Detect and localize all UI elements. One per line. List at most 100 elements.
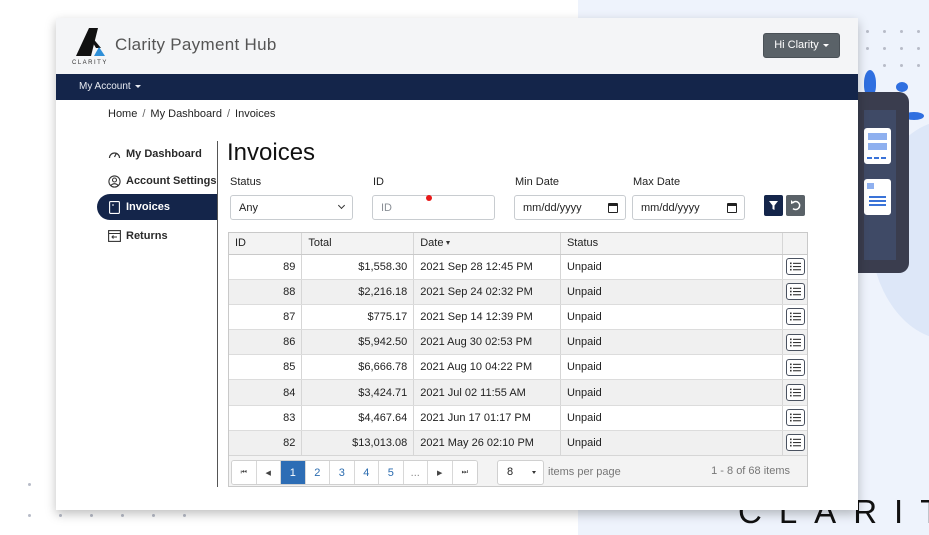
cell-actions xyxy=(782,379,807,406)
apply-filter-button[interactable] xyxy=(764,195,783,216)
view-details-button[interactable] xyxy=(785,434,805,452)
pager-info: 1 - 8 of 68 items xyxy=(711,465,790,477)
cell-status: Unpaid xyxy=(560,405,784,431)
view-details-button[interactable] xyxy=(785,409,805,427)
last-page-button[interactable]: ⏭ xyxy=(452,461,477,484)
max-date-input[interactable]: mm/dd/yyyy xyxy=(632,195,745,220)
column-header-label: Total xyxy=(308,237,332,250)
column-header-id[interactable]: ID xyxy=(229,233,303,255)
table-row[interactable]: 86 $5,942.50 2021 Aug 30 02:53 PM Unpaid xyxy=(229,329,807,356)
cell-date: 2021 Sep 28 12:45 PM xyxy=(413,254,561,280)
breadcrumb-separator: / xyxy=(226,108,231,120)
chevron-down-icon xyxy=(337,201,346,210)
calendar-icon[interactable] xyxy=(608,203,618,213)
logo-text: CLARITY xyxy=(72,60,108,66)
navbar: My Account xyxy=(56,74,858,100)
cell-id: 84 xyxy=(229,379,303,406)
report-illustration-icon xyxy=(864,179,891,215)
page-size-select[interactable]: 8 xyxy=(497,460,544,485)
decor-dot xyxy=(900,47,903,50)
page-button-5[interactable]: 5 xyxy=(379,461,404,484)
cell-status: Unpaid xyxy=(560,254,784,280)
invoice-icon xyxy=(108,200,121,214)
column-header-label: ID xyxy=(235,237,246,250)
calendar-icon[interactable] xyxy=(727,203,737,213)
status-select[interactable]: Any xyxy=(230,195,353,220)
decor-dot xyxy=(28,483,31,486)
undo-icon xyxy=(791,200,801,211)
view-details-button[interactable] xyxy=(785,258,805,276)
table-row[interactable]: 89 $1,558.30 2021 Sep 28 12:45 PM Unpaid xyxy=(229,254,807,280)
decor-dot xyxy=(900,64,903,67)
reset-filter-button[interactable] xyxy=(786,195,805,216)
sidebar-item-account-settings[interactable]: Account Settings xyxy=(97,168,218,194)
previous-page-button[interactable]: ◀ xyxy=(256,461,281,484)
breadcrumb-home[interactable]: Home xyxy=(108,108,137,120)
table-row[interactable]: 87 $775.17 2021 Sep 14 12:39 PM Unpaid xyxy=(229,304,807,331)
cell-date: 2021 May 26 02:10 PM xyxy=(413,430,561,457)
min-date-input[interactable]: mm/dd/yyyy xyxy=(514,195,626,220)
view-details-button[interactable] xyxy=(785,333,805,351)
sidebar-item-label: Account Settings xyxy=(126,175,217,187)
my-account-menu[interactable]: My Account xyxy=(79,81,141,92)
next-page-button[interactable]: ▶ xyxy=(428,461,453,484)
document-illustration-icon xyxy=(864,128,891,164)
list-icon xyxy=(789,438,801,447)
cell-date: 2021 Aug 30 02:53 PM xyxy=(413,329,561,356)
view-details-button[interactable] xyxy=(785,283,805,301)
table-row[interactable]: 85 $6,666.78 2021 Aug 10 04:22 PM Unpaid xyxy=(229,354,807,381)
decor-dot xyxy=(183,514,186,517)
sidebar-item-returns[interactable]: Returns xyxy=(97,223,218,249)
status-select-value: Any xyxy=(239,201,258,214)
table-row[interactable]: 84 $3,424.71 2021 Jul 02 11:55 AM Unpaid xyxy=(229,379,807,406)
page-button-2[interactable]: 2 xyxy=(305,461,330,484)
column-header-total[interactable]: Total xyxy=(301,233,415,255)
decor-dot xyxy=(121,514,124,517)
id-input-placeholder: ID xyxy=(381,201,392,214)
cell-actions xyxy=(782,405,807,431)
cell-actions xyxy=(782,304,807,331)
page-button-4[interactable]: 4 xyxy=(354,461,379,484)
cell-id: 86 xyxy=(229,329,303,356)
decor-dot xyxy=(28,514,31,517)
page-number: 3 xyxy=(338,466,345,479)
column-header-actions xyxy=(782,233,807,255)
min-date-label: Min Date xyxy=(515,176,560,188)
cell-id: 85 xyxy=(229,354,303,381)
table-header-row: ID Total Date Status xyxy=(229,233,807,255)
cell-status: Unpaid xyxy=(560,354,784,381)
list-icon xyxy=(789,287,801,296)
decor-dot xyxy=(900,30,903,33)
breadcrumb-dashboard[interactable]: My Dashboard xyxy=(150,108,222,120)
returns-icon xyxy=(108,230,121,243)
column-header-date[interactable]: Date xyxy=(413,233,561,255)
user-menu-button[interactable]: Hi Clarity xyxy=(763,33,840,58)
view-details-button[interactable] xyxy=(785,358,805,376)
table-row[interactable]: 82 $13,013.08 2021 May 26 02:10 PM Unpaid xyxy=(229,430,807,457)
min-date-placeholder: mm/dd/yyyy xyxy=(523,201,582,214)
page-button-1[interactable]: 1 xyxy=(281,461,306,484)
column-header-status[interactable]: Status xyxy=(560,233,784,255)
decor-leaf xyxy=(896,82,908,92)
table-row[interactable]: 83 $4,467.64 2021 Jun 17 01:17 PM Unpaid xyxy=(229,405,807,431)
first-page-button[interactable]: ⏮ xyxy=(232,461,257,484)
view-details-button[interactable] xyxy=(785,308,805,326)
max-date-placeholder: mm/dd/yyyy xyxy=(641,201,700,214)
page-button-3[interactable]: 3 xyxy=(330,461,355,484)
cell-actions xyxy=(782,430,807,457)
cursor-indicator xyxy=(426,195,432,201)
view-details-button[interactable] xyxy=(785,384,805,402)
sidebar-item-dashboard[interactable]: My Dashboard xyxy=(97,141,218,167)
table-row[interactable]: 88 $2,216.18 2021 Sep 24 02:32 PM Unpaid xyxy=(229,279,807,305)
decor-dot xyxy=(90,514,93,517)
list-icon xyxy=(789,388,801,397)
decor-dot xyxy=(917,30,920,33)
cell-date: 2021 Aug 10 04:22 PM xyxy=(413,354,561,381)
more-pages-button[interactable]: ... xyxy=(403,461,428,484)
list-icon xyxy=(789,413,801,422)
sidebar-item-label: My Dashboard xyxy=(126,148,202,160)
cell-id: 88 xyxy=(229,279,303,305)
id-input[interactable]: ID xyxy=(372,195,495,220)
sidebar-item-invoices[interactable]: Invoices xyxy=(97,194,218,220)
cell-id: 87 xyxy=(229,304,303,331)
